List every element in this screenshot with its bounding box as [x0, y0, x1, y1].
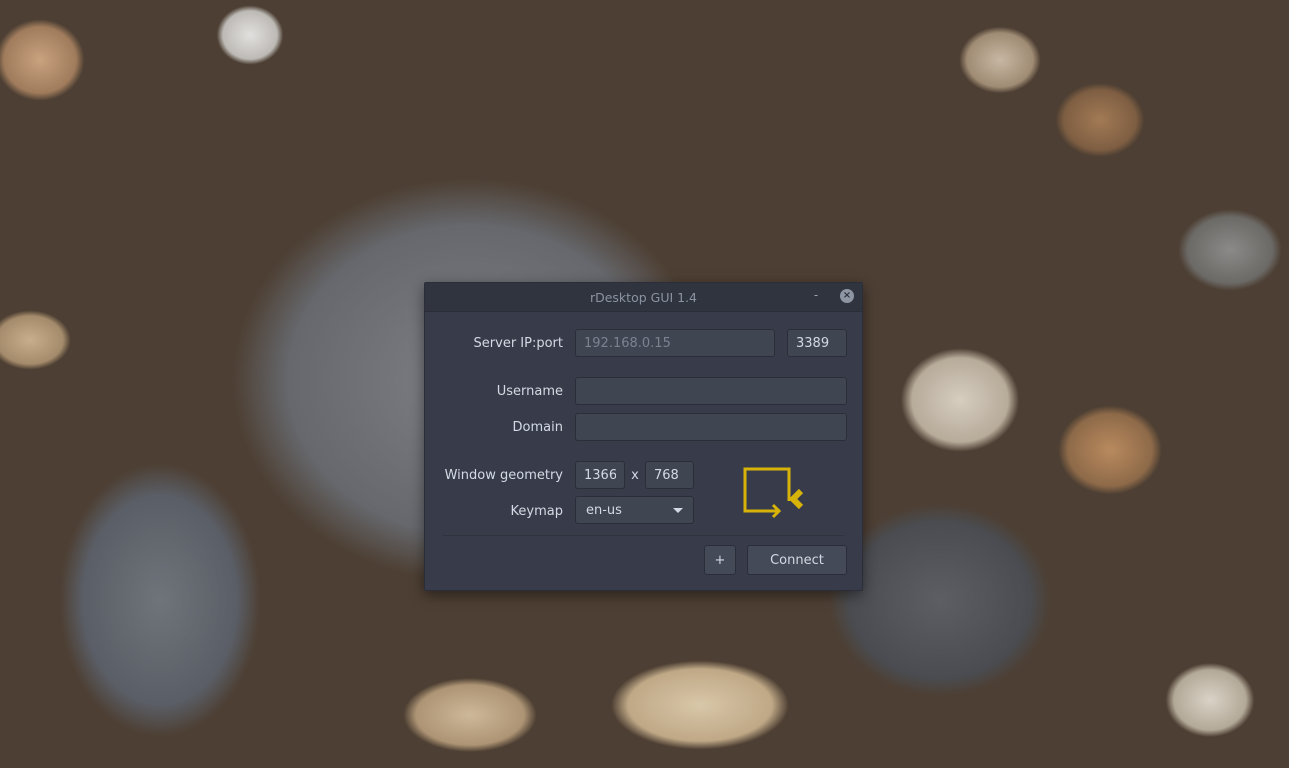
minimize-button[interactable]: - — [808, 288, 824, 304]
geometry-height-input[interactable] — [645, 461, 694, 489]
chevron-down-icon — [673, 507, 683, 513]
server-label: Server IP:port — [473, 336, 563, 351]
username-input[interactable] — [575, 377, 847, 405]
domain-input[interactable] — [575, 413, 847, 441]
domain-label: Domain — [512, 420, 563, 435]
connect-button[interactable]: Connect — [747, 545, 847, 575]
geometry-label: Window geometry — [444, 468, 563, 483]
keymap-label: Keymap — [510, 504, 563, 519]
desktop-wallpaper: rDesktop GUI 1.4 - × Server IP:port User… — [0, 0, 1289, 768]
close-button[interactable]: × — [840, 289, 854, 303]
footer-divider — [443, 535, 844, 536]
username-label: Username — [496, 384, 563, 399]
window-titlebar[interactable]: rDesktop GUI 1.4 - × — [425, 283, 862, 312]
geometry-separator: x — [631, 468, 639, 483]
rdesktop-window: rDesktop GUI 1.4 - × Server IP:port User… — [424, 282, 863, 591]
window-title: rDesktop GUI 1.4 — [589, 289, 698, 305]
keymap-selected-value: en-us — [586, 502, 622, 518]
geometry-width-input[interactable] — [575, 461, 625, 489]
server-ip-input[interactable] — [575, 329, 775, 357]
keymap-select[interactable]: en-us — [575, 496, 694, 524]
server-port-input[interactable] — [787, 329, 847, 357]
add-button[interactable]: + — [704, 545, 736, 575]
remote-desktop-logo-icon — [743, 467, 804, 519]
